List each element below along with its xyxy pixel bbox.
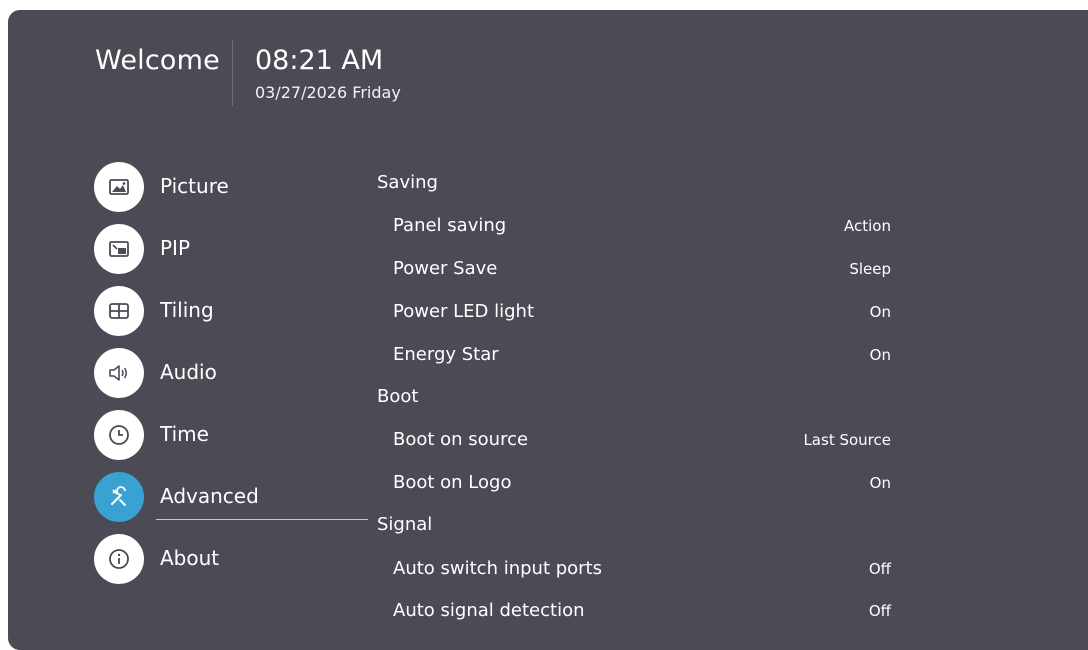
sidebar-item-label: Advanced <box>160 484 259 508</box>
clock-time: 08:21 AM <box>255 45 384 76</box>
sidebar-item-about[interactable]: About <box>94 534 394 584</box>
setting-label: Power LED light <box>393 301 535 322</box>
sidebar-item-label: Time <box>160 422 209 446</box>
sidebar-item-label: Tiling <box>160 298 214 322</box>
selected-underline <box>156 519 368 520</box>
section-title-saving: Saving <box>377 172 438 193</box>
setting-label: Boot on source <box>393 429 529 450</box>
setting-value: Off <box>868 560 891 578</box>
setting-label: Auto switch input ports <box>393 558 602 579</box>
sidebar-item-pip[interactable]: PIP <box>94 224 394 274</box>
speaker-icon <box>94 348 144 398</box>
setting-row-boot-on-source[interactable]: Boot on source Last Source <box>393 429 891 469</box>
pip-icon <box>94 224 144 274</box>
sidebar-item-tiling[interactable]: Tiling <box>94 286 394 336</box>
setting-row-power-led-light[interactable]: Power LED light On <box>393 301 891 341</box>
setting-label: Power Save <box>393 258 498 279</box>
sidebar-item-picture[interactable]: Picture <box>94 162 394 212</box>
picture-icon <box>94 162 144 212</box>
setting-value: Sleep <box>849 260 891 278</box>
setting-value: Off <box>868 602 891 620</box>
setting-value: Action <box>844 217 891 235</box>
header-divider <box>232 40 233 106</box>
section-title-boot: Boot <box>377 386 419 407</box>
sidebar-item-time[interactable]: Time <box>94 410 394 460</box>
section-title-signal: Signal <box>377 514 433 535</box>
sidebar-item-label: Audio <box>160 360 217 384</box>
setting-value: On <box>869 474 891 492</box>
sidebar-item-label: About <box>160 546 220 570</box>
setting-label: Energy Star <box>393 344 499 365</box>
tiling-icon <box>94 286 144 336</box>
setting-row-panel-saving[interactable]: Panel saving Action <box>393 215 891 255</box>
setting-row-boot-on-logo[interactable]: Boot on Logo On <box>393 472 891 512</box>
info-icon <box>94 534 144 584</box>
clock-icon <box>94 410 144 460</box>
sidebar-item-audio[interactable]: Audio <box>94 348 394 398</box>
settings-screen: Welcome 08:21 AM 03/27/2026 Friday Pictu… <box>8 10 1088 650</box>
setting-row-power-save[interactable]: Power Save Sleep <box>393 258 891 298</box>
setting-row-auto-switch-input-ports[interactable]: Auto switch input ports Off <box>393 558 891 598</box>
setting-label: Auto signal detection <box>393 600 585 621</box>
setting-value: Last Source <box>803 431 891 449</box>
welcome-title: Welcome <box>95 45 220 76</box>
sidebar-item-advanced[interactable]: Advanced <box>94 472 394 522</box>
setting-value: On <box>869 303 891 321</box>
clock-date: 03/27/2026 Friday <box>255 83 401 102</box>
setting-label: Boot on Logo <box>393 472 512 493</box>
setting-value: On <box>869 346 891 364</box>
setting-row-auto-signal-detection[interactable]: Auto signal detection Off <box>393 600 891 640</box>
sidebar-item-label: Picture <box>160 174 229 198</box>
setting-label: Panel saving <box>393 215 507 236</box>
tools-icon <box>94 472 144 522</box>
sidebar-item-label: PIP <box>160 236 191 260</box>
setting-row-energy-star[interactable]: Energy Star On <box>393 344 891 384</box>
